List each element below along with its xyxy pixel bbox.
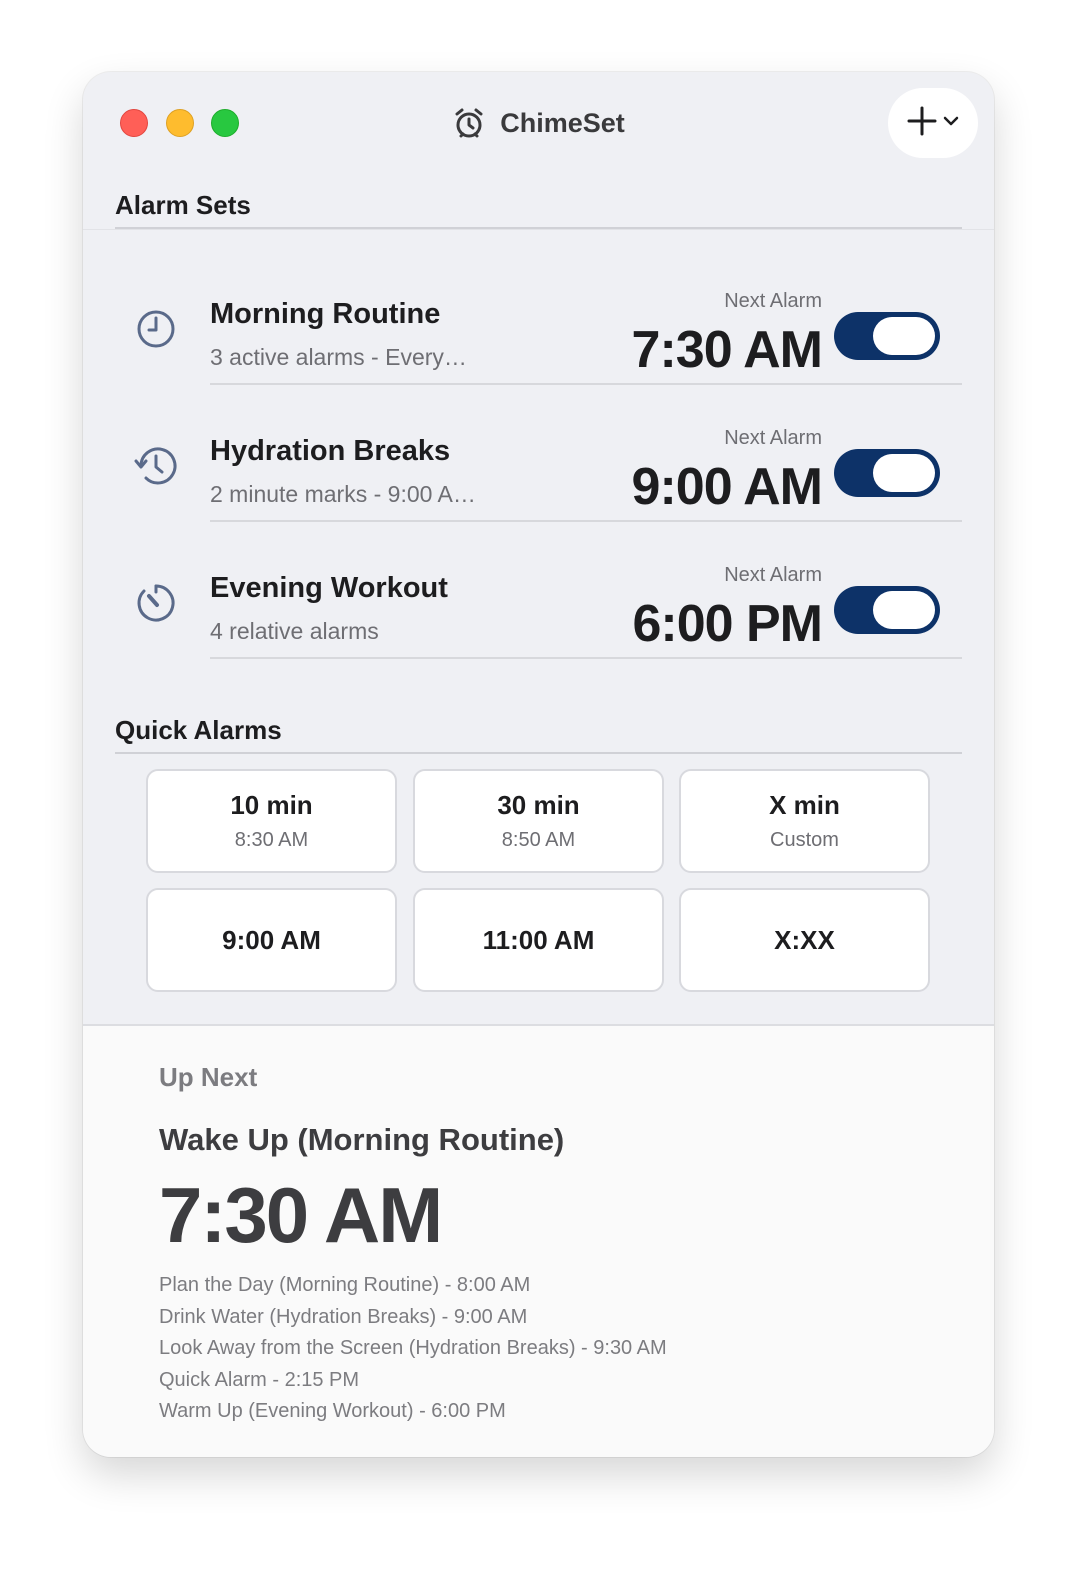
list-item: Drink Water (Hydration Breaks) - 9:00 AM [159,1305,528,1328]
alarm-set-summary: 4 relative alarms [210,618,379,644]
alarm-set-summary: 3 active alarms - Every… [210,344,467,370]
alarm-set-row[interactable]: Hydration Breaks 2 minute marks - 9:00 A… [83,385,994,522]
alarm-sets-heading: Alarm Sets [115,190,251,220]
quick-alarm-button[interactable]: 30 min 8:50 AM [413,769,664,873]
alarm-set-name: Hydration Breaks [210,435,451,467]
app-window: ChimeSet Alarm Sets Morning Routine 3 ac… [83,72,994,1457]
quick-alarm-custom-time-button[interactable]: X:XX [679,888,930,992]
next-alarm-label: Next Alarm [724,564,822,586]
list-item: Quick Alarm - 2:15 PM [159,1368,360,1391]
next-alarm-label: Next Alarm [724,290,822,312]
next-alarm-time: 6:00 PM [632,595,823,653]
alarm-set-row[interactable]: Evening Workout 4 relative alarms Next A… [83,522,994,659]
clock-icon [133,306,179,352]
quick-alarms-divider [115,752,962,754]
alarm-set-name: Evening Workout [210,572,448,604]
up-next-alarm-time: 7:30 AM [159,1171,443,1259]
next-alarm-time: 7:30 AM [631,321,823,379]
add-menu-button[interactable] [888,88,978,158]
quick-alarms-heading: Quick Alarms [115,715,282,745]
alarm-set-name: Morning Routine [210,298,441,330]
list-item: Warm Up (Evening Workout) - 6:00 PM [159,1400,506,1423]
app-title: ChimeSet [500,107,625,138]
alarm-clock-icon [452,106,486,140]
alarm-set-toggle[interactable] [834,449,940,497]
history-icon [133,443,179,489]
next-alarm-label: Next Alarm [724,427,822,449]
up-next-heading: Up Next [159,1062,258,1092]
alarm-set-toggle[interactable] [834,312,940,360]
plus-icon [907,106,937,141]
alarm-set-summary: 2 minute marks - 9:00 A… [210,481,476,507]
quick-alarm-button[interactable]: 11:00 AM [413,888,664,992]
timer-icon [133,580,179,626]
quick-alarm-button[interactable]: 9:00 AM [146,888,397,992]
next-alarm-time: 9:00 AM [631,458,823,516]
alarm-set-toggle[interactable] [834,586,940,634]
alarm-set-row[interactable]: Morning Routine 3 active alarms - Every…… [83,248,994,385]
quick-alarm-button[interactable]: 10 min 8:30 AM [146,769,397,873]
list-item: Plan the Day (Morning Routine) - 8:00 AM [159,1274,531,1296]
up-next-alarm-title: Wake Up (Morning Routine) [159,1122,565,1157]
list-item: Look Away from the Screen (Hydration Bre… [159,1337,667,1360]
quick-alarm-custom-button[interactable]: X min Custom [679,769,930,873]
upcoming-alarms-list: Plan the Day (Morning Routine) - 8:00 AM… [159,1270,667,1428]
up-next-panel: Up Next Wake Up (Morning Routine) 7:30 A… [83,1024,994,1457]
chevron-down-icon [943,114,959,132]
window-title: ChimeSet [83,106,994,140]
